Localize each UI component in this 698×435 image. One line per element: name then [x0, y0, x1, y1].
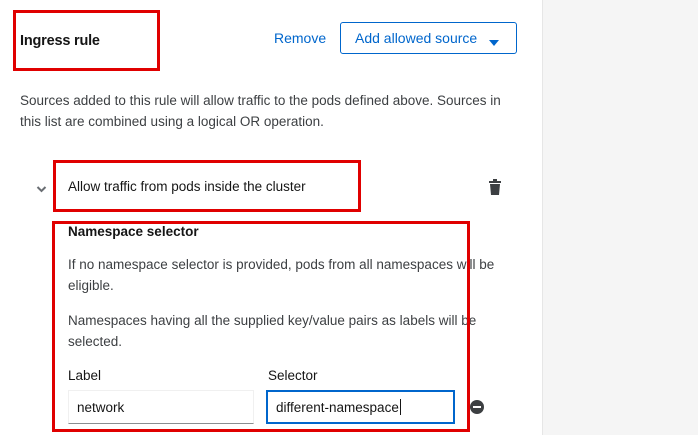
remove-rule-link[interactable]: Remove	[274, 30, 326, 46]
trash-icon[interactable]	[488, 179, 502, 200]
rule-description: Sources added to this rule will allow tr…	[20, 93, 501, 129]
annotation-box-namespace-selector	[52, 221, 470, 432]
annotation-box-peer	[53, 160, 361, 212]
chevron-down-icon[interactable]	[36, 181, 47, 199]
add-allowed-source-button[interactable]: Add allowed source	[340, 22, 517, 54]
ingress-rule-panel: Ingress rule Remove Add allowed source S…	[0, 0, 542, 435]
side-panel	[542, 0, 698, 435]
caret-down-icon	[489, 34, 499, 50]
minus-circle-icon[interactable]	[470, 400, 484, 419]
annotation-box-title	[13, 10, 160, 71]
add-allowed-source-label: Add allowed source	[355, 30, 478, 46]
